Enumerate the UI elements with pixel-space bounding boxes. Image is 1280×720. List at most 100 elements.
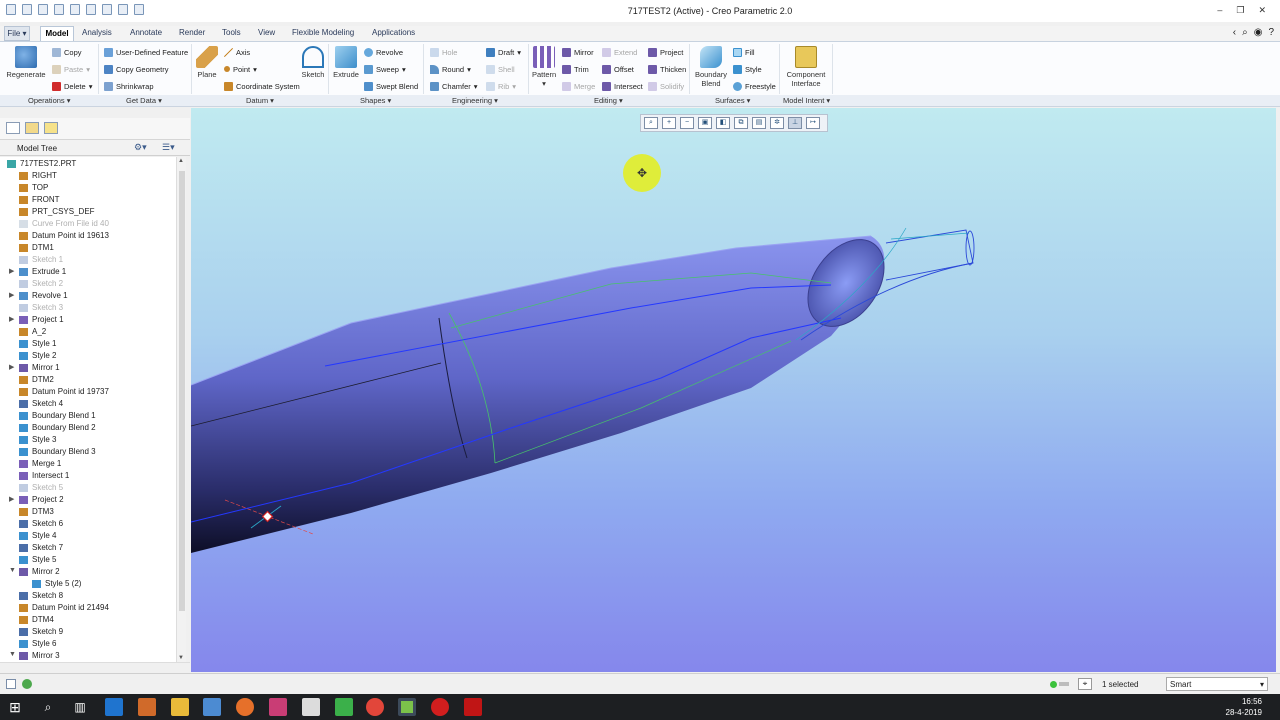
- tree-item[interactable]: PRT_CSYS_DEF: [0, 206, 176, 218]
- search-icon[interactable]: ⌕: [39, 698, 57, 716]
- tree-item[interactable]: Style 5: [0, 554, 176, 566]
- copy-button[interactable]: Copy: [52, 46, 82, 58]
- app-green-icon[interactable]: [335, 698, 353, 716]
- tab-model[interactable]: Model: [40, 26, 74, 41]
- app-orange-icon[interactable]: [138, 698, 156, 716]
- group-model-intent[interactable]: Model Intent ▾: [783, 96, 830, 105]
- group-datum[interactable]: Datum ▾: [246, 96, 274, 105]
- group-surfaces[interactable]: Surfaces ▾: [715, 96, 750, 105]
- tree-item[interactable]: A_2: [0, 326, 176, 338]
- collapse-icon[interactable]: ▼: [9, 567, 16, 574]
- expand-icon[interactable]: ▶: [9, 291, 14, 299]
- tree-item[interactable]: Sketch 2: [0, 278, 176, 290]
- tree-scrollbar[interactable]: ▲ ▼: [176, 157, 186, 662]
- favorites-icon[interactable]: [44, 122, 58, 134]
- tree-item[interactable]: Sketch 8: [0, 590, 176, 602]
- tree-item[interactable]: FRONT: [0, 194, 176, 206]
- solidify-button[interactable]: Solidify: [648, 80, 684, 92]
- tree-item[interactable]: DTM4: [0, 614, 176, 626]
- tree-item[interactable]: Sketch 5: [0, 482, 176, 494]
- tree-item[interactable]: Boundary Blend 1: [0, 410, 176, 422]
- chamfer-button[interactable]: Chamfer ▾: [430, 80, 478, 92]
- tab-annotate[interactable]: Annotate: [130, 26, 162, 41]
- tree-item[interactable]: TOP: [0, 182, 176, 194]
- paste-button[interactable]: Paste ▾: [52, 63, 90, 75]
- sketch-button[interactable]: Sketch: [300, 46, 326, 79]
- group-get-data[interactable]: Get Data ▾: [126, 96, 162, 105]
- tree-item[interactable]: Boundary Blend 2: [0, 422, 176, 434]
- graphics-window[interactable]: ⌕ + − ▣ ◧ ⧉ ▤ ✲ ⊥ ↦ ✥: [191, 108, 1276, 672]
- scroll-thumb[interactable]: [179, 171, 185, 611]
- tree-item[interactable]: DTM1: [0, 242, 176, 254]
- windows-start-icon[interactable]: ⊞: [6, 698, 24, 716]
- tree-item[interactable]: RIGHT: [0, 170, 176, 182]
- plane-button[interactable]: Plane: [195, 46, 219, 79]
- tree-item[interactable]: Merge 1: [0, 458, 176, 470]
- paint-app-icon[interactable]: [269, 698, 287, 716]
- tree-item[interactable]: ▶ Project 1: [0, 314, 176, 326]
- scroll-up-icon[interactable]: ▲: [178, 158, 184, 164]
- model-tree-tab-icon[interactable]: [6, 122, 20, 134]
- tree-item[interactable]: Sketch 7: [0, 542, 176, 554]
- tree-item[interactable]: ▶ Project 2: [0, 494, 176, 506]
- axis-button[interactable]: Axis: [224, 46, 250, 58]
- group-shapes[interactable]: Shapes ▾: [360, 96, 391, 105]
- tree-item[interactable]: Sketch 3: [0, 302, 176, 314]
- tab-tools[interactable]: Tools: [222, 26, 241, 41]
- delete-button[interactable]: Delete ▾: [52, 80, 92, 92]
- revolve-button[interactable]: Revolve: [364, 46, 403, 58]
- regenerate-button[interactable]: Regenerate: [6, 46, 46, 79]
- help-icon[interactable]: ?: [1268, 27, 1274, 38]
- tree-item[interactable]: Style 1: [0, 338, 176, 350]
- tree-item[interactable]: ▶ Revolve 1: [0, 290, 176, 302]
- tree-item[interactable]: DTM3: [0, 506, 176, 518]
- copy-geometry-button[interactable]: Copy Geometry: [104, 63, 169, 75]
- tree-item[interactable]: ▼ Mirror 2: [0, 566, 176, 578]
- tree-item[interactable]: Intersect 1: [0, 470, 176, 482]
- scroll-down-icon[interactable]: ▼: [178, 655, 184, 661]
- shrinkwrap-button[interactable]: Shrinkwrap: [104, 80, 154, 92]
- thicken-button[interactable]: Thicken: [648, 63, 686, 75]
- tree-item[interactable]: ▼ Mirror 3: [0, 650, 176, 662]
- tree-item[interactable]: Style 5 (2): [0, 578, 176, 590]
- group-operations[interactable]: Operations ▾: [28, 96, 71, 105]
- close-icon[interactable]: ✕: [1258, 5, 1266, 16]
- project-button[interactable]: Project: [648, 46, 683, 58]
- chrome-icon[interactable]: [366, 698, 384, 716]
- fill-button[interactable]: Fill: [733, 46, 755, 58]
- offset-button[interactable]: Offset: [602, 63, 634, 75]
- round-button[interactable]: Round ▾: [430, 63, 471, 75]
- fuselage-surface[interactable]: [191, 225, 900, 553]
- tree-item[interactable]: Boundary Blend 3: [0, 446, 176, 458]
- tree-settings-icon[interactable]: ☰▾: [162, 142, 175, 153]
- task-view-icon[interactable]: ▥: [71, 698, 89, 716]
- tab-applications[interactable]: Applications: [372, 26, 415, 41]
- expand-icon[interactable]: ▶: [9, 495, 14, 503]
- tree-item[interactable]: Datum Point id 21494: [0, 602, 176, 614]
- tree-item[interactable]: Style 4: [0, 530, 176, 542]
- tree-item[interactable]: ▶ Extrude 1: [0, 266, 176, 278]
- file-explorer-icon[interactable]: [171, 698, 189, 716]
- group-engineering[interactable]: Engineering ▾: [452, 96, 498, 105]
- tree-item[interactable]: Curve From File id 40: [0, 218, 176, 230]
- search-icon[interactable]: ⌕: [1242, 27, 1248, 38]
- tree-item[interactable]: Sketch 9: [0, 626, 176, 638]
- tree-item[interactable]: DTM2: [0, 374, 176, 386]
- edge-browser-icon[interactable]: [105, 698, 123, 716]
- acrobat-icon[interactable]: [464, 698, 482, 716]
- tree-item[interactable]: 717TEST2.PRT: [0, 158, 176, 170]
- merge-button[interactable]: Merge: [562, 80, 595, 92]
- tab-flexible-modeling[interactable]: Flexible Modeling: [292, 26, 354, 41]
- tab-view[interactable]: View: [258, 26, 275, 41]
- extrude-button[interactable]: Extrude: [332, 46, 360, 79]
- group-editing[interactable]: Editing ▾: [594, 96, 623, 105]
- tab-render[interactable]: Render: [179, 26, 205, 41]
- boundary-blend-button[interactable]: Boundary Blend: [694, 46, 728, 88]
- user-defined-feature-button[interactable]: User-Defined Feature: [104, 46, 188, 58]
- folder-browser-icon[interactable]: [25, 122, 39, 134]
- draft-button[interactable]: Draft ▾: [486, 46, 521, 58]
- tree-item[interactable]: Style 3: [0, 434, 176, 446]
- expand-icon[interactable]: ▶: [9, 267, 14, 275]
- creo-taskbar-icon[interactable]: [398, 698, 416, 716]
- tree-item[interactable]: Style 6: [0, 638, 176, 650]
